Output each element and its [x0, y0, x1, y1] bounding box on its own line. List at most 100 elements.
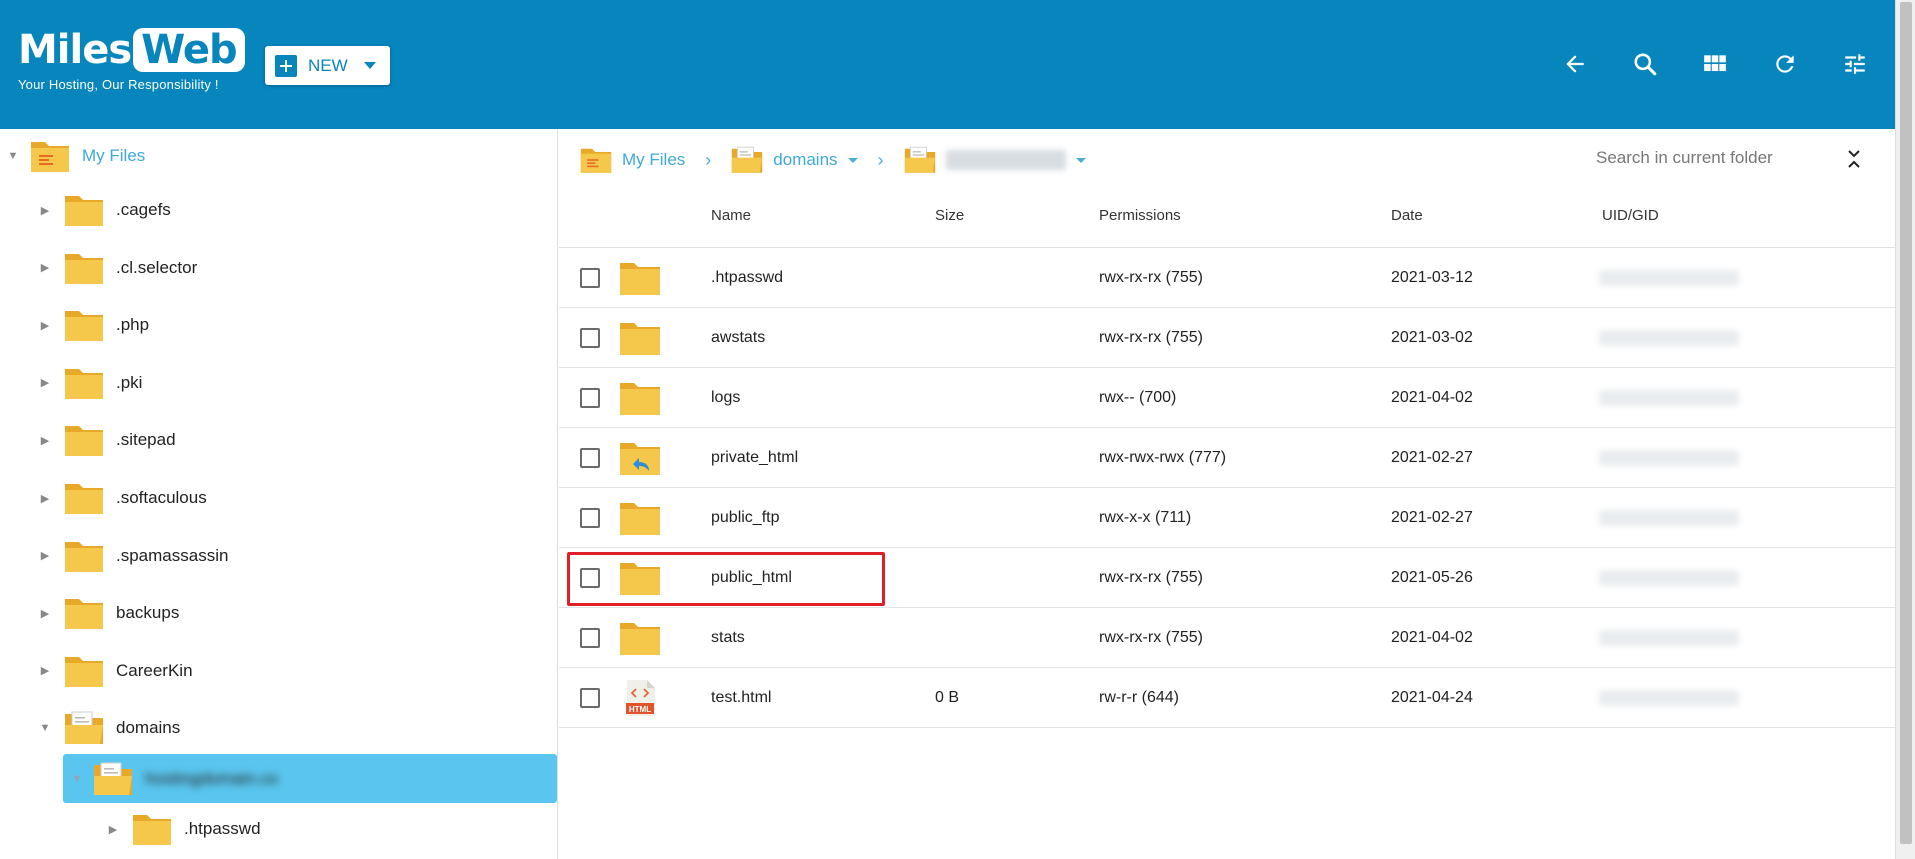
- expand-arrow-icon[interactable]: ▼: [38, 722, 52, 734]
- file-name[interactable]: stats: [711, 608, 745, 668]
- folder-symlink-icon: [620, 443, 660, 475]
- vertical-scrollbar[interactable]: [1895, 0, 1915, 859]
- file-date: 2021-04-02: [1391, 389, 1473, 406]
- file-name[interactable]: private_html: [711, 428, 798, 488]
- tree-item[interactable]: ▶ .php: [38, 302, 149, 348]
- top-header-bar: Miles Web Your Hosting, Our Responsibili…: [0, 0, 1895, 129]
- table-row[interactable]: public_html rwx-rx-rx (755) 2021-05-26: [559, 548, 1895, 608]
- open-folder-icon: [732, 146, 763, 173]
- tree-item-child-htpasswd[interactable]: ▶ .htpasswd: [106, 806, 261, 852]
- expand-arrow-icon[interactable]: ▶: [38, 607, 52, 620]
- open-folder-icon: [904, 146, 935, 173]
- expand-arrow-icon[interactable]: ▶: [38, 492, 52, 505]
- tree-item[interactable]: ▼ domains: [38, 705, 180, 751]
- row-checkbox[interactable]: [580, 688, 600, 708]
- tree-item-label: CareerKin: [116, 660, 193, 680]
- file-date: 2021-05-26: [1391, 569, 1473, 586]
- table-row[interactable]: private_html rwx-rwx-rwx (777) 2021-02-27: [559, 428, 1895, 488]
- breadcrumb-my-files[interactable]: My Files: [580, 146, 685, 174]
- breadcrumb-domains[interactable]: domains: [731, 145, 858, 175]
- refresh-icon: [1776, 55, 1794, 73]
- row-checkbox[interactable]: [580, 508, 600, 528]
- folder-icon: [620, 623, 660, 655]
- file-name[interactable]: public_ftp: [711, 488, 780, 548]
- expand-arrow-icon[interactable]: ▶: [38, 319, 52, 332]
- row-checkbox[interactable]: [580, 268, 600, 288]
- breadcrumb-current-domain[interactable]: [904, 145, 1086, 175]
- column-header-name[interactable]: Name: [711, 198, 751, 248]
- expand-arrow-icon[interactable]: ▶: [38, 664, 52, 677]
- row-checkbox[interactable]: [580, 328, 600, 348]
- uid-gid-blurred: [1599, 450, 1739, 466]
- uid-gid-blurred: [1599, 570, 1739, 586]
- caret-down-icon: [363, 62, 376, 69]
- logo-miles-text: Miles: [18, 27, 132, 73]
- tree-item[interactable]: ▶ .pki: [38, 360, 142, 406]
- tree-root-my-files[interactable]: ▼ My Files: [6, 133, 145, 179]
- back-button[interactable]: [1555, 44, 1595, 84]
- row-checkbox[interactable]: [580, 388, 600, 408]
- expand-arrow-icon[interactable]: ▶: [38, 549, 52, 562]
- caret-down-icon[interactable]: [847, 157, 858, 163]
- column-header-permissions[interactable]: Permissions: [1099, 198, 1181, 248]
- tree-item-selected-domain[interactable]: ▼ hostingdomain.co: [63, 754, 557, 803]
- tree-item[interactable]: ▶ backups: [38, 590, 179, 636]
- logo-web-text: Web: [133, 28, 245, 72]
- expand-arrow-icon[interactable]: ▼: [70, 773, 84, 785]
- tree-item[interactable]: ▶ .cagefs: [38, 187, 171, 233]
- file-name[interactable]: public_html: [711, 548, 792, 608]
- row-checkbox[interactable]: [580, 448, 600, 468]
- html-badge-text: HTML: [629, 705, 651, 714]
- grid-view-icon: [1704, 55, 1726, 72]
- tree-selected-domain-label: hostingdomain.co: [145, 768, 279, 788]
- settings-button[interactable]: [1835, 44, 1875, 84]
- file-name[interactable]: logs: [711, 368, 740, 428]
- search-icon: [1634, 53, 1657, 76]
- table-row[interactable]: .htpasswd rwx-rx-rx (755) 2021-03-12: [559, 248, 1895, 308]
- folder-icon: [620, 563, 660, 595]
- logo-wordmark: Miles Web: [18, 27, 245, 73]
- tree-child-label: .htpasswd: [184, 819, 261, 838]
- file-name[interactable]: awstats: [711, 308, 765, 368]
- file-date: 2021-04-24: [1391, 689, 1473, 706]
- file-name[interactable]: .htpasswd: [711, 248, 783, 308]
- column-header-size[interactable]: Size: [935, 198, 964, 248]
- expand-arrow-icon[interactable]: ▶: [38, 261, 52, 274]
- tree-item[interactable]: ▶ CareerKin: [38, 648, 193, 694]
- caret-down-icon[interactable]: [1075, 157, 1086, 163]
- open-folder-icon: [94, 762, 132, 795]
- expand-arrow-icon[interactable]: ▶: [38, 434, 52, 447]
- expand-arrow-icon[interactable]: ▶: [38, 204, 52, 217]
- row-checkbox[interactable]: [580, 568, 600, 588]
- tree-item[interactable]: ▶ .sitepad: [38, 417, 176, 463]
- scrollbar-thumb[interactable]: [1900, 2, 1912, 844]
- folder-icon: [620, 323, 660, 355]
- file-permissions: rwx-x-x (711): [1099, 509, 1192, 526]
- expand-arrow-icon[interactable]: ▶: [38, 376, 52, 389]
- collapse-expand-icon[interactable]: [1842, 146, 1866, 172]
- expand-arrow-icon[interactable]: ▶: [106, 823, 120, 836]
- tree-item[interactable]: ▶ .cl.selector: [38, 245, 197, 291]
- table-row[interactable]: logs rwx-- (700) 2021-04-02: [559, 368, 1895, 428]
- table-row[interactable]: HTML test.html 0 B rw-r-r (644) 2021-04-24: [559, 668, 1895, 728]
- back-arrow-icon: [1566, 55, 1584, 73]
- tree-item[interactable]: ▶ .spamassassin: [38, 533, 228, 579]
- refresh-button[interactable]: [1765, 44, 1805, 84]
- column-header-uid-gid[interactable]: UID/GID: [1602, 198, 1659, 248]
- table-row[interactable]: stats rwx-rx-rx (755) 2021-04-02: [559, 608, 1895, 668]
- new-button-label: NEW: [308, 55, 348, 75]
- row-checkbox[interactable]: [580, 628, 600, 648]
- new-button[interactable]: NEW: [265, 46, 390, 85]
- search-button[interactable]: [1625, 44, 1665, 84]
- expand-arrow-icon[interactable]: ▼: [6, 150, 20, 162]
- table-row[interactable]: awstats rwx-rx-rx (755) 2021-03-02: [559, 308, 1895, 368]
- tree-item[interactable]: ▶ .softaculous: [38, 475, 207, 521]
- table-row[interactable]: public_ftp rwx-x-x (711) 2021-02-27: [559, 488, 1895, 548]
- file-name[interactable]: test.html: [711, 668, 771, 728]
- search-current-folder-input[interactable]: [1596, 140, 1816, 176]
- grid-view-button[interactable]: [1695, 44, 1735, 84]
- toolbar-icons: [1555, 44, 1875, 84]
- column-header-date[interactable]: Date: [1391, 198, 1423, 248]
- mileswEB-logo[interactable]: Miles Web Your Hosting, Our Responsibili…: [18, 27, 245, 95]
- breadcrumb-current-label-blurred: [945, 150, 1066, 170]
